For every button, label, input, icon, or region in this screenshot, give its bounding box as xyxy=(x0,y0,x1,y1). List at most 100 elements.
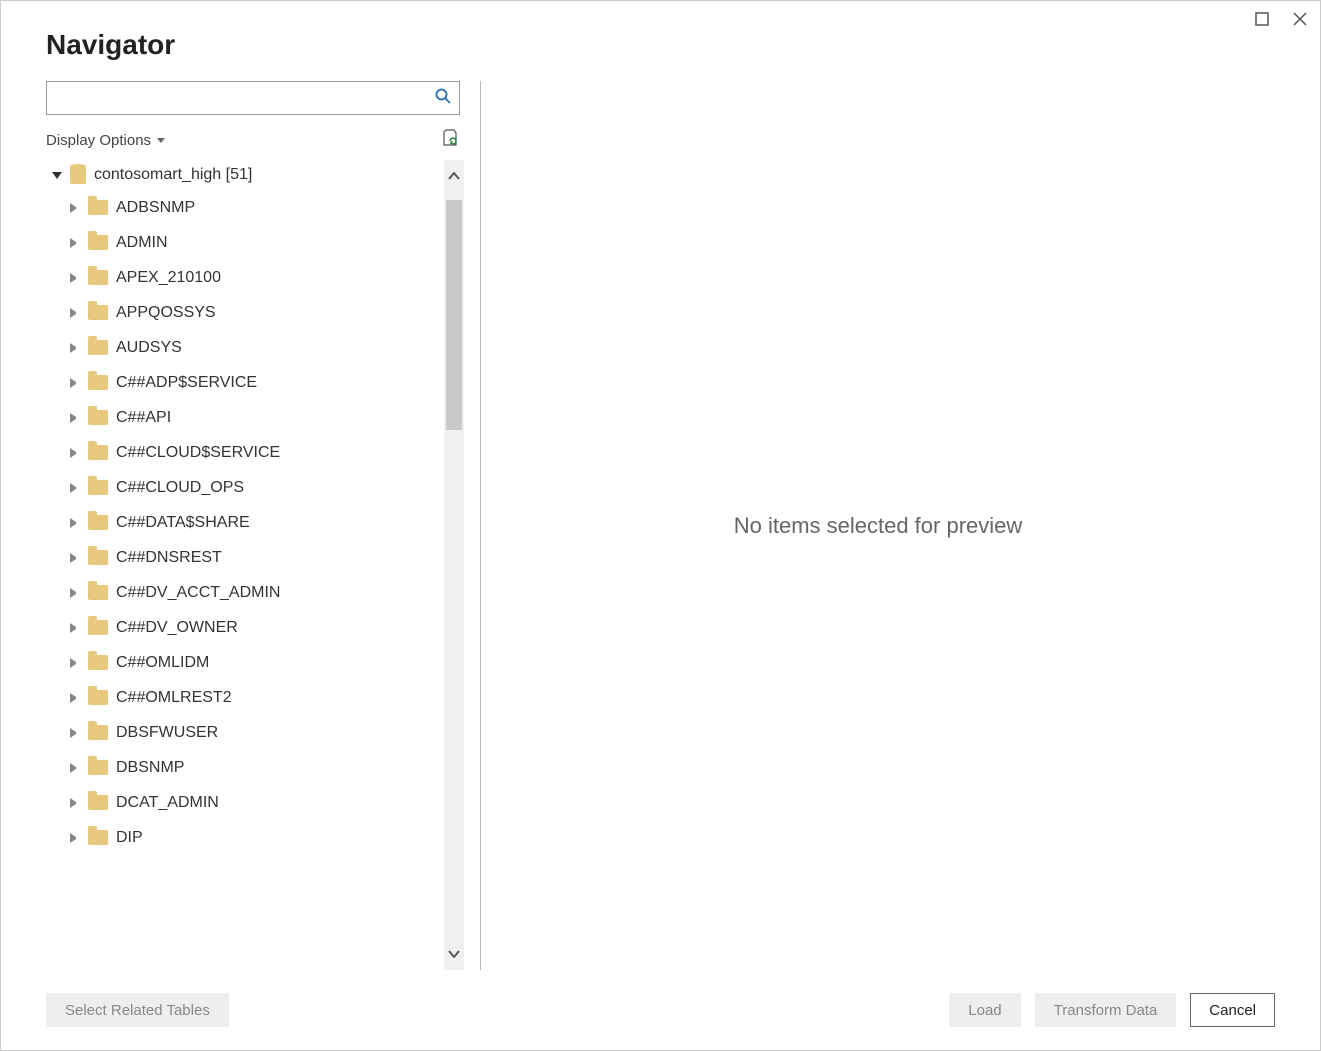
navigator-left-pane: Display Options contosomart xyxy=(46,81,481,970)
navigator-dialog: Navigator Display Options xyxy=(0,0,1321,1051)
tree-item[interactable]: APEX_210100 xyxy=(46,260,440,295)
tree-item[interactable]: C##OMLREST2 xyxy=(46,680,440,715)
chevron-right-icon[interactable] xyxy=(70,553,80,563)
tree-item-label: C##DV_ACCT_ADMIN xyxy=(116,584,280,602)
folder-icon xyxy=(88,340,108,355)
chevron-right-icon[interactable] xyxy=(70,238,80,248)
schema-tree: contosomart_high [51] ADBSNMP ADMIN APEX_2… xyxy=(46,160,460,970)
tree-item[interactable]: C##DNSREST xyxy=(46,540,440,575)
tree-item-label: DBSNMP xyxy=(116,759,184,777)
tree-root-node[interactable]: contosomart_high [51] xyxy=(46,160,440,190)
tree-item[interactable]: C##CLOUD_OPS xyxy=(46,470,440,505)
tree-item-label: APPQOSSYS xyxy=(116,304,216,322)
select-related-tables-button[interactable]: Select Related Tables xyxy=(46,993,229,1027)
folder-icon xyxy=(88,270,108,285)
tree-item-label: C##CLOUD$SERVICE xyxy=(116,444,280,462)
chevron-right-icon[interactable] xyxy=(70,273,80,283)
scroll-up-icon[interactable] xyxy=(444,166,464,186)
chevron-right-icon[interactable] xyxy=(70,308,80,318)
chevron-right-icon[interactable] xyxy=(70,343,80,353)
chevron-right-icon[interactable] xyxy=(70,693,80,703)
search-icon[interactable] xyxy=(435,88,451,109)
dialog-footer: Select Related Tables Load Transform Dat… xyxy=(1,970,1320,1050)
folder-icon xyxy=(88,690,108,705)
tree-item-label: DIP xyxy=(116,829,143,847)
dialog-header: Navigator xyxy=(1,1,1320,71)
chevron-right-icon[interactable] xyxy=(70,588,80,598)
scrollbar[interactable] xyxy=(444,160,464,970)
tree-item-label: C##ADP$SERVICE xyxy=(116,374,257,392)
transform-data-button[interactable]: Transform Data xyxy=(1035,993,1177,1027)
folder-icon xyxy=(88,620,108,635)
preview-empty-message: No items selected for preview xyxy=(734,513,1023,539)
scrollbar-thumb[interactable] xyxy=(446,200,462,430)
tree-item-label: C##OMLIDM xyxy=(116,654,209,672)
tree-item[interactable]: C##DV_OWNER xyxy=(46,610,440,645)
chevron-right-icon[interactable] xyxy=(70,518,80,528)
chevron-right-icon[interactable] xyxy=(70,483,80,493)
tree-item[interactable]: ADBSNMP xyxy=(46,190,440,225)
search-input[interactable] xyxy=(55,89,435,107)
folder-icon xyxy=(88,830,108,845)
tree-item[interactable]: C##API xyxy=(46,400,440,435)
search-box[interactable] xyxy=(46,81,460,115)
database-icon xyxy=(70,166,86,184)
folder-icon xyxy=(88,235,108,250)
tree-item-label: C##OMLREST2 xyxy=(116,689,232,707)
tree-item[interactable]: C##OMLIDM xyxy=(46,645,440,680)
preview-pane: No items selected for preview xyxy=(481,81,1275,970)
chevron-right-icon[interactable] xyxy=(70,623,80,633)
load-button[interactable]: Load xyxy=(949,993,1020,1027)
tree-item-label: C##API xyxy=(116,409,171,427)
window-controls xyxy=(1252,9,1310,29)
chevron-right-icon[interactable] xyxy=(70,448,80,458)
chevron-right-icon[interactable] xyxy=(70,413,80,423)
cancel-button[interactable]: Cancel xyxy=(1190,993,1275,1027)
chevron-right-icon[interactable] xyxy=(70,798,80,808)
tree-item[interactable]: C##CLOUD$SERVICE xyxy=(46,435,440,470)
tree-item[interactable]: C##DATA$SHARE xyxy=(46,505,440,540)
tree-item-label: C##DV_OWNER xyxy=(116,619,238,637)
tree-item[interactable]: DCAT_ADMIN xyxy=(46,785,440,820)
folder-icon xyxy=(88,795,108,810)
folder-icon xyxy=(88,305,108,320)
folder-icon xyxy=(88,410,108,425)
chevron-right-icon[interactable] xyxy=(70,203,80,213)
chevron-down-icon[interactable] xyxy=(52,172,62,179)
folder-icon xyxy=(88,760,108,775)
maximize-icon[interactable] xyxy=(1252,9,1272,29)
tree-item[interactable]: DBSFWUSER xyxy=(46,715,440,750)
tree-item-label: DCAT_ADMIN xyxy=(116,794,219,812)
tree-item-label: C##DNSREST xyxy=(116,549,222,567)
tree-root-label: contosomart_high [51] xyxy=(94,166,252,184)
display-options-dropdown[interactable]: Display Options xyxy=(46,132,165,149)
tree-item-label: ADBSNMP xyxy=(116,199,195,217)
folder-icon xyxy=(88,445,108,460)
tree-item[interactable]: AUDSYS xyxy=(46,330,440,365)
refresh-icon[interactable] xyxy=(442,129,460,152)
chevron-right-icon[interactable] xyxy=(70,763,80,773)
scroll-down-icon[interactable] xyxy=(444,944,464,964)
folder-icon xyxy=(88,375,108,390)
chevron-right-icon[interactable] xyxy=(70,378,80,388)
chevron-right-icon[interactable] xyxy=(70,833,80,843)
tree-item[interactable]: C##ADP$SERVICE xyxy=(46,365,440,400)
tree-item[interactable]: ADMIN xyxy=(46,225,440,260)
tree-item[interactable]: DIP xyxy=(46,820,440,855)
options-row: Display Options xyxy=(46,129,460,152)
tree-item-label: C##DATA$SHARE xyxy=(116,514,250,532)
display-options-label: Display Options xyxy=(46,132,151,149)
tree-item[interactable]: DBSNMP xyxy=(46,750,440,785)
close-icon[interactable] xyxy=(1290,9,1310,29)
tree-item[interactable]: APPQOSSYS xyxy=(46,295,440,330)
dialog-title: Navigator xyxy=(46,29,1275,61)
chevron-right-icon[interactable] xyxy=(70,658,80,668)
chevron-right-icon[interactable] xyxy=(70,728,80,738)
tree-item-label: APEX_210100 xyxy=(116,269,221,287)
tree-item[interactable]: C##DV_ACCT_ADMIN xyxy=(46,575,440,610)
tree-item-label: AUDSYS xyxy=(116,339,182,357)
tree-item-label: DBSFWUSER xyxy=(116,724,218,742)
tree-item-label: ADMIN xyxy=(116,234,168,252)
folder-icon xyxy=(88,515,108,530)
chevron-down-icon xyxy=(157,138,165,143)
